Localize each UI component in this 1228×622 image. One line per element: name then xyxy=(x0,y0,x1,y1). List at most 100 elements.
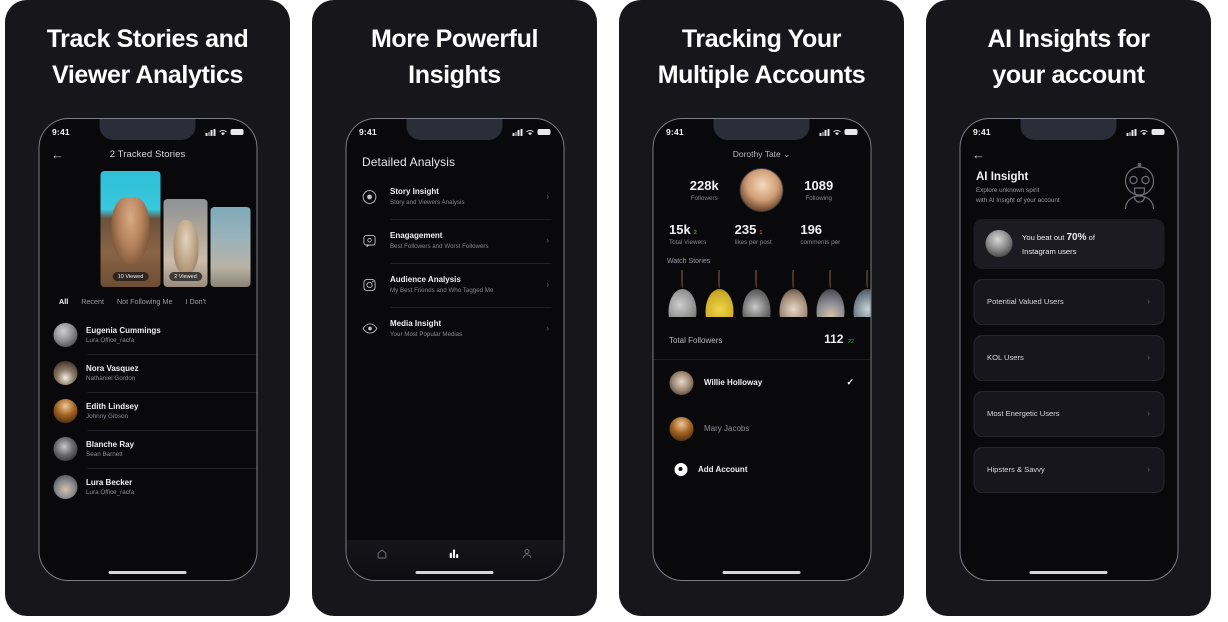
tab-profile[interactable] xyxy=(516,547,538,560)
back-arrow-icon[interactable]: ← xyxy=(972,148,986,161)
stat-value: 235 xyxy=(734,222,757,237)
story-avatar-item[interactable] xyxy=(852,269,870,317)
list-item[interactable]: Blanche Ray Sean Barnett xyxy=(39,430,256,468)
panel-ai-insights: AI Insights for your account 9:41 ← AI I… xyxy=(926,0,1211,616)
status-time: 9:41 xyxy=(359,127,377,137)
user-handle: Sean Barnett xyxy=(86,451,123,459)
story-ring xyxy=(852,269,870,317)
ai-card-hipsters-savvy[interactable]: Hipsters & Savvy › xyxy=(973,446,1164,493)
stat-total-viewers: 15k 2 Total Viewers xyxy=(663,222,729,246)
avatar xyxy=(53,361,77,385)
account-list-item[interactable]: Mary Jacobs xyxy=(653,406,870,452)
filter-tab-not-following-me[interactable]: Not Following Me xyxy=(117,297,173,306)
stat-likes-per-post: 235 1 likes per post xyxy=(729,222,795,246)
status-time: 9:41 xyxy=(52,127,70,137)
stat-label: likes per post xyxy=(734,238,772,246)
screen-3: Dorothy Tate ⌄ 228k Followers 1089 Follo… xyxy=(653,141,870,580)
secondary-stats: 15k 2 Total Viewers 235 1 likes per post xyxy=(653,212,870,246)
menu-item-audience-analysis[interactable]: Audience Analysis My Best Friends and Wh… xyxy=(346,262,563,307)
filter-tab-i-dont[interactable]: I Don't xyxy=(186,297,207,306)
signal-icon xyxy=(1126,128,1136,136)
watch-stories-row[interactable]: William... Luellas Montgo... Clyde xyxy=(653,269,870,317)
beat-prefix: You beat out xyxy=(1022,232,1067,242)
status-icons xyxy=(1126,128,1164,136)
story-avatar-item[interactable]: Cordeli... xyxy=(815,269,845,317)
list-item[interactable]: Lura Becker Lura Office_racfa xyxy=(39,468,256,506)
story-thumb[interactable]: 10 Viewed xyxy=(100,171,161,287)
story-avatar-item[interactable]: Clyde xyxy=(778,269,808,317)
menu-item-story-insight[interactable]: Story Insight Story and Viewers Analysis… xyxy=(346,175,563,219)
status-bar-1: 9:41 xyxy=(39,119,256,141)
tab-home[interactable] xyxy=(371,547,393,560)
section-title-detailed-analysis: Detailed Analysis xyxy=(362,155,456,169)
viewer-list: Eugenia Cummings Lura Office_racfa Nora … xyxy=(39,314,256,506)
chevron-right-icon: › xyxy=(1147,353,1150,363)
avatar xyxy=(53,399,77,423)
menu-item-title: Media Insight xyxy=(390,318,442,328)
story-ring xyxy=(778,269,808,317)
status-time: 9:41 xyxy=(666,127,684,137)
account-switcher[interactable]: Dorothy Tate ⌄ xyxy=(653,141,870,164)
status-bar-2: 9:41 xyxy=(346,119,563,141)
battery-icon xyxy=(230,128,243,136)
list-item[interactable]: Eugenia Cummings Lura Office_racfa xyxy=(39,316,256,354)
filter-tab-recent[interactable]: Recent xyxy=(81,297,104,306)
menu-item-title: Audience Analysis xyxy=(390,274,461,284)
add-account-button[interactable]: Add Account xyxy=(653,452,870,487)
signal-icon xyxy=(205,128,215,136)
engagement-icon xyxy=(360,231,379,250)
chevron-right-icon: › xyxy=(1147,409,1150,419)
stat-value: 15k xyxy=(669,222,691,237)
list-item[interactable]: Edith Lindsey Johnny Gibson xyxy=(39,392,256,430)
story-image xyxy=(100,171,161,287)
chevron-down-icon: ⌄ xyxy=(783,149,791,159)
phone-mockup-1: 9:41 ← 2 Tracked Stories 10 Viewed 2 Vie… xyxy=(38,118,257,581)
user-handle: Lura Office_racfa xyxy=(86,489,135,497)
ai-card-most-energetic-users[interactable]: Most Energetic Users › xyxy=(973,390,1164,437)
watch-stories-label: Watch Stories xyxy=(667,257,711,265)
user-name: Nora Vasquez xyxy=(86,363,139,373)
filter-tab-all[interactable]: All xyxy=(59,297,68,306)
total-followers-row: Total Followers 112 22 xyxy=(653,317,870,360)
filter-tabs[interactable]: All Recent Not Following Me I Don't xyxy=(39,287,256,314)
stat-followers: 228k Followers xyxy=(669,178,740,202)
story-avatar-item[interactable]: Montgo... xyxy=(741,269,771,317)
story-thumb[interactable] xyxy=(210,207,251,287)
ai-card-potential-valued-users[interactable]: Potential Valued Users › xyxy=(973,278,1164,325)
bottom-tab-bar[interactable] xyxy=(346,540,563,580)
story-avatar-item[interactable]: Luellas xyxy=(704,269,734,317)
screen-4: ← AI Insight Explore unknown spirit with… xyxy=(960,141,1177,580)
story-ring xyxy=(704,269,734,317)
beat-out-text: You beat out 70% of Instagram users xyxy=(1022,230,1095,258)
menu-item-engagement[interactable]: Enagagement Best Followers and Worst Fol… xyxy=(346,218,563,263)
stat-value-row: 15k 2 xyxy=(669,222,729,239)
home-indicator xyxy=(108,571,187,574)
wifi-icon xyxy=(525,129,534,135)
person-icon xyxy=(522,549,531,558)
menu-item-media-insight[interactable]: Media Insight Your Most Popular Medias › xyxy=(346,306,563,351)
menu-item-subtitle: Your Most Popular Medias xyxy=(390,330,463,338)
user-name: Blanche Ray xyxy=(86,439,135,449)
menu-item-subtitle: My Best Friends and Who Tagged Me xyxy=(390,286,494,294)
story-carousel[interactable]: 10 Viewed 2 Viewed xyxy=(39,169,256,287)
list-item[interactable]: Nora Vasquez Nathaniel Gordon xyxy=(39,354,256,392)
story-avatar-item[interactable]: William... xyxy=(667,269,697,317)
status-bar-4: 9:41 xyxy=(960,119,1177,141)
panel-more-powerful-insights: More Powerful Insights 9:41 Detailed Ana… xyxy=(312,0,597,616)
battery-icon xyxy=(844,128,857,136)
phone-mockup-2: 9:41 Detailed Analysis Story Insight Sto… xyxy=(345,118,564,581)
beat-out-card[interactable]: You beat out 70% of Instagram users xyxy=(973,218,1164,269)
menu-item-title: Story Insight xyxy=(390,187,439,196)
home-indicator xyxy=(415,571,494,574)
account-name: Mary Jacobs xyxy=(704,424,750,434)
status-icons xyxy=(205,128,243,136)
story-thumb[interactable]: 2 Viewed xyxy=(163,199,208,287)
tab-analytics[interactable] xyxy=(443,547,465,560)
avatar xyxy=(53,437,77,461)
account-list-item-selected[interactable]: Willie Holloway ✓ xyxy=(653,360,870,406)
ai-card-kol-users[interactable]: KOL Users › xyxy=(973,334,1164,381)
chevron-right-icon: › xyxy=(546,324,549,334)
plus-circle-icon xyxy=(674,462,687,476)
trend-down-icon: 1 xyxy=(759,230,763,236)
menu-item-subtitle: Story and Viewers Analysis xyxy=(390,199,465,206)
